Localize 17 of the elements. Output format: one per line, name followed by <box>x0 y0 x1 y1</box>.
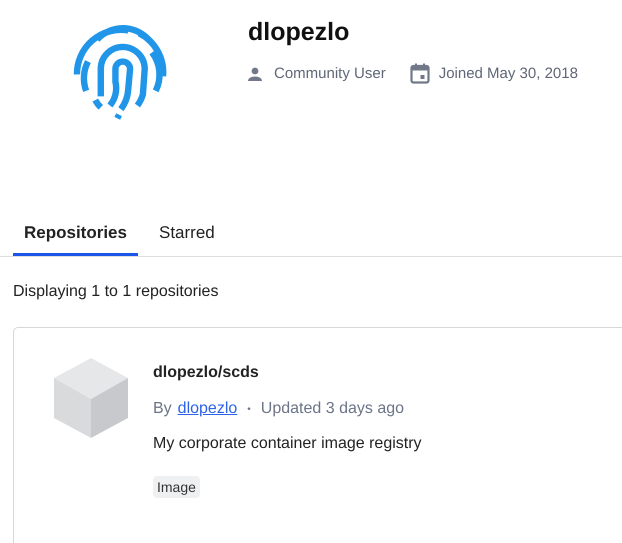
calendar-icon <box>410 63 430 84</box>
tag: Image <box>153 476 200 498</box>
user-icon <box>248 66 262 80</box>
repository-card[interactable]: dlopezlo/scds By dlopezlo • Updated 3 days ago My corporate container image registry Image <box>13 327 622 543</box>
owner-link[interactable]: dlopezlo <box>178 400 238 418</box>
updated-time: Updated 3 days ago <box>260 400 404 418</box>
repository-name[interactable]: dlopezlo/scds <box>153 364 422 382</box>
join-date: Joined May 30, 2018 <box>438 65 578 82</box>
tab[interactable]: Starred <box>148 221 226 256</box>
separator: • <box>247 404 251 414</box>
repository-description: My corporate container image registry <box>153 435 422 453</box>
author-label: By <box>153 400 172 418</box>
tab[interactable]: Repositories <box>13 221 138 256</box>
user-name: dlopezlo <box>248 18 350 47</box>
user-role: Community User <box>274 65 386 82</box>
cube-icon <box>54 358 128 438</box>
result-count: Displaying 1 to 1 repositories <box>13 283 220 301</box>
